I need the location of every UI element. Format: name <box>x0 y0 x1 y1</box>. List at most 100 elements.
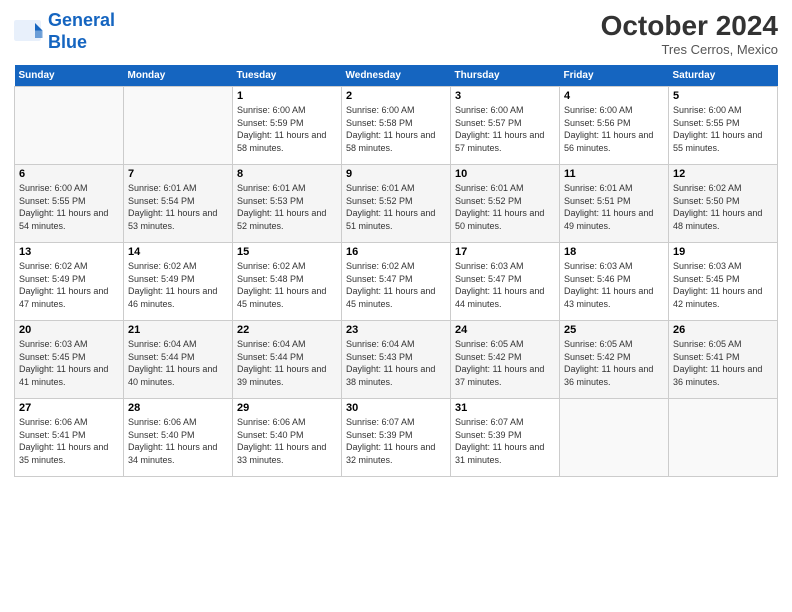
weekday-header: Tuesday <box>233 65 342 87</box>
day-number: 29 <box>237 402 337 414</box>
logo-icon <box>14 20 44 44</box>
day-number: 10 <box>455 168 555 180</box>
weekday-header: Thursday <box>451 65 560 87</box>
calendar-cell: 26 Sunrise: 6:05 AM Sunset: 5:41 PM Dayli… <box>669 321 778 399</box>
calendar-table: SundayMondayTuesdayWednesdayThursdayFrid… <box>14 65 778 477</box>
day-info: Sunrise: 6:00 AM Sunset: 5:59 PM Dayligh… <box>237 104 337 154</box>
calendar-cell: 9 Sunrise: 6:01 AM Sunset: 5:52 PM Daylig… <box>342 165 451 243</box>
calendar-cell: 11Sunrise: 6:01 AM Sunset: 5:51 PM Dayli… <box>560 165 669 243</box>
day-info: Sunrise: 6:01 AM Sunset: 5:53 PM Dayligh… <box>237 182 337 232</box>
calendar-cell <box>669 399 778 477</box>
day-number: 6 <box>19 168 119 180</box>
day-info: Sunrise: 6:02 AM Sunset: 5:47 PM Dayligh… <box>346 260 446 310</box>
calendar-cell: 4Sunrise: 6:00 AM Sunset: 5:56 PM Daylig… <box>560 87 669 165</box>
calendar-cell: 1 Sunrise: 6:00 AM Sunset: 5:59 PM Daylig… <box>233 87 342 165</box>
day-info: Sunrise: 6:02 AM Sunset: 5:50 PM Dayligh… <box>673 182 773 232</box>
calendar-cell <box>560 399 669 477</box>
day-number: 19 <box>673 246 773 258</box>
day-number: 3 <box>455 90 555 102</box>
day-info: Sunrise: 6:00 AM Sunset: 5:58 PM Dayligh… <box>346 104 446 154</box>
calendar-week-row: 6 Sunrise: 6:00 AM Sunset: 5:55 PM Daylig… <box>15 165 778 243</box>
weekday-header: Monday <box>124 65 233 87</box>
day-number: 20 <box>19 324 119 336</box>
calendar-cell: 16 Sunrise: 6:02 AM Sunset: 5:47 PM Dayli… <box>342 243 451 321</box>
day-number: 15 <box>237 246 337 258</box>
month-title: October 2024 <box>601 10 778 42</box>
day-number: 31 <box>455 402 555 414</box>
day-number: 9 <box>346 168 446 180</box>
day-number: 28 <box>128 402 228 414</box>
page-container: General Blue October 2024 Tres Cerros, M… <box>0 0 792 487</box>
day-number: 30 <box>346 402 446 414</box>
day-info: Sunrise: 6:00 AM Sunset: 5:57 PM Dayligh… <box>455 104 555 154</box>
calendar-cell: 12 Sunrise: 6:02 AM Sunset: 5:50 PM Dayli… <box>669 165 778 243</box>
day-info: Sunrise: 6:01 AM Sunset: 5:52 PM Dayligh… <box>455 182 555 232</box>
title-block: October 2024 Tres Cerros, Mexico <box>601 10 778 57</box>
calendar-cell: 18 Sunrise: 6:03 AM Sunset: 5:46 PM Dayli… <box>560 243 669 321</box>
calendar-cell: 20 Sunrise: 6:03 AM Sunset: 5:45 PM Dayli… <box>15 321 124 399</box>
day-number: 17 <box>455 246 555 258</box>
weekday-header: Friday <box>560 65 669 87</box>
weekday-header: Saturday <box>669 65 778 87</box>
day-number: 1 <box>237 90 337 102</box>
day-number: 26 <box>673 324 773 336</box>
day-info: Sunrise: 6:02 AM Sunset: 5:49 PM Dayligh… <box>128 260 228 310</box>
day-info: Sunrise: 6:06 AM Sunset: 5:41 PM Dayligh… <box>19 416 119 466</box>
day-number: 27 <box>19 402 119 414</box>
page-header: General Blue October 2024 Tres Cerros, M… <box>14 10 778 57</box>
day-info: Sunrise: 6:07 AM Sunset: 5:39 PM Dayligh… <box>346 416 446 466</box>
day-number: 12 <box>673 168 773 180</box>
day-number: 2 <box>346 90 446 102</box>
day-number: 23 <box>346 324 446 336</box>
calendar-week-row: 13Sunrise: 6:02 AM Sunset: 5:49 PM Dayli… <box>15 243 778 321</box>
calendar-cell: 2 Sunrise: 6:00 AM Sunset: 5:58 PM Daylig… <box>342 87 451 165</box>
calendar-cell: 10 Sunrise: 6:01 AM Sunset: 5:52 PM Dayli… <box>451 165 560 243</box>
day-info: Sunrise: 6:00 AM Sunset: 5:55 PM Dayligh… <box>673 104 773 154</box>
day-info: Sunrise: 6:02 AM Sunset: 5:48 PM Dayligh… <box>237 260 337 310</box>
day-number: 22 <box>237 324 337 336</box>
day-info: Sunrise: 6:00 AM Sunset: 5:55 PM Dayligh… <box>19 182 119 232</box>
calendar-cell: 27 Sunrise: 6:06 AM Sunset: 5:41 PM Dayli… <box>15 399 124 477</box>
calendar-cell: 8 Sunrise: 6:01 AM Sunset: 5:53 PM Daylig… <box>233 165 342 243</box>
weekday-header: Sunday <box>15 65 124 87</box>
day-info: Sunrise: 6:06 AM Sunset: 5:40 PM Dayligh… <box>128 416 228 466</box>
calendar-cell <box>124 87 233 165</box>
calendar-cell: 13Sunrise: 6:02 AM Sunset: 5:49 PM Dayli… <box>15 243 124 321</box>
calendar-cell: 22 Sunrise: 6:04 AM Sunset: 5:44 PM Dayli… <box>233 321 342 399</box>
calendar-cell: 28 Sunrise: 6:06 AM Sunset: 5:40 PM Dayli… <box>124 399 233 477</box>
day-info: Sunrise: 6:01 AM Sunset: 5:52 PM Dayligh… <box>346 182 446 232</box>
calendar-cell: 23 Sunrise: 6:04 AM Sunset: 5:43 PM Dayli… <box>342 321 451 399</box>
day-info: Sunrise: 6:03 AM Sunset: 5:45 PM Dayligh… <box>673 260 773 310</box>
logo: General Blue <box>14 10 115 53</box>
day-number: 21 <box>128 324 228 336</box>
day-number: 8 <box>237 168 337 180</box>
calendar-cell: 29Sunrise: 6:06 AM Sunset: 5:40 PM Dayli… <box>233 399 342 477</box>
day-info: Sunrise: 6:02 AM Sunset: 5:49 PM Dayligh… <box>19 260 119 310</box>
day-info: Sunrise: 6:01 AM Sunset: 5:51 PM Dayligh… <box>564 182 664 232</box>
calendar-week-row: 27 Sunrise: 6:06 AM Sunset: 5:41 PM Dayli… <box>15 399 778 477</box>
day-number: 24 <box>455 324 555 336</box>
calendar-cell: 5Sunrise: 6:00 AM Sunset: 5:55 PM Daylig… <box>669 87 778 165</box>
day-info: Sunrise: 6:03 AM Sunset: 5:45 PM Dayligh… <box>19 338 119 388</box>
day-info: Sunrise: 6:01 AM Sunset: 5:54 PM Dayligh… <box>128 182 228 232</box>
day-info: Sunrise: 6:04 AM Sunset: 5:43 PM Dayligh… <box>346 338 446 388</box>
day-number: 25 <box>564 324 664 336</box>
day-info: Sunrise: 6:00 AM Sunset: 5:56 PM Dayligh… <box>564 104 664 154</box>
calendar-week-row: 1 Sunrise: 6:00 AM Sunset: 5:59 PM Daylig… <box>15 87 778 165</box>
weekday-header: Wednesday <box>342 65 451 87</box>
calendar-cell: 14 Sunrise: 6:02 AM Sunset: 5:49 PM Dayli… <box>124 243 233 321</box>
weekday-header-row: SundayMondayTuesdayWednesdayThursdayFrid… <box>15 65 778 87</box>
location: Tres Cerros, Mexico <box>601 42 778 57</box>
day-info: Sunrise: 6:04 AM Sunset: 5:44 PM Dayligh… <box>237 338 337 388</box>
calendar-cell: 24Sunrise: 6:05 AM Sunset: 5:42 PM Dayli… <box>451 321 560 399</box>
calendar-cell: 21Sunrise: 6:04 AM Sunset: 5:44 PM Dayli… <box>124 321 233 399</box>
day-number: 16 <box>346 246 446 258</box>
day-info: Sunrise: 6:05 AM Sunset: 5:41 PM Dayligh… <box>673 338 773 388</box>
day-info: Sunrise: 6:03 AM Sunset: 5:46 PM Dayligh… <box>564 260 664 310</box>
day-info: Sunrise: 6:05 AM Sunset: 5:42 PM Dayligh… <box>564 338 664 388</box>
day-number: 7 <box>128 168 228 180</box>
calendar-cell <box>15 87 124 165</box>
day-number: 18 <box>564 246 664 258</box>
day-number: 14 <box>128 246 228 258</box>
calendar-cell: 30 Sunrise: 6:07 AM Sunset: 5:39 PM Dayli… <box>342 399 451 477</box>
